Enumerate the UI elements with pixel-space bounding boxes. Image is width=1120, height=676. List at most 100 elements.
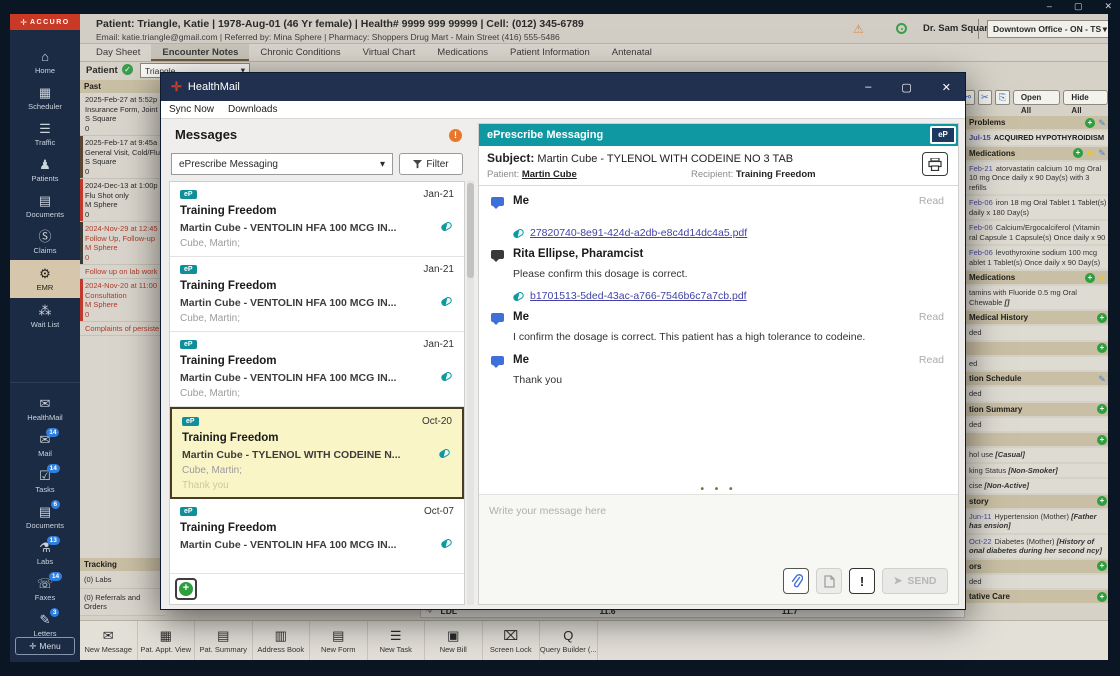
tab-chronic-conditions[interactable]: Chronic Conditions	[249, 44, 351, 61]
tab-patient-information[interactable]: Patient Information	[499, 44, 601, 61]
dialog-minimize-button[interactable]: –	[865, 81, 871, 93]
sidebar-item-tasks[interactable]: ☑14Tasks	[10, 463, 80, 499]
add-icon[interactable]: +	[1097, 343, 1107, 353]
patient-link[interactable]: Martin Cube	[522, 169, 577, 180]
attach-icon[interactable]: ✂	[978, 90, 993, 105]
tab-medications[interactable]: Medications	[426, 44, 499, 61]
past-entry[interactable]: 2025-Feb-17 at 9:45aGeneral Visit, Cold/…	[80, 136, 165, 179]
add-icon[interactable]: +	[1073, 148, 1083, 158]
edit-icon[interactable]: ✎	[1097, 148, 1107, 158]
section-header[interactable]: ors+	[966, 560, 1108, 573]
tab-encounter-notes[interactable]: Encounter Notes	[151, 44, 249, 61]
new-task-button[interactable]: ☰New Task	[368, 621, 426, 660]
sidebar-item-scheduler[interactable]: ▦Scheduler	[10, 80, 80, 116]
message-list-item[interactable]: ePOct-20Training FreedomMartin Cube - TY…	[170, 407, 464, 499]
tracking-labs[interactable]: (0) Labs	[80, 571, 165, 589]
past-entry[interactable]: 2024-Dec-13 at 1:00pFlu Shot onlyM Spher…	[80, 179, 165, 222]
dialog-maximize-button[interactable]: ▢	[901, 81, 911, 94]
attach-document-button[interactable]	[816, 568, 842, 594]
window-minimize-button[interactable]: –	[1047, 1, 1052, 12]
sidebar-item-patients[interactable]: ♟Patients	[10, 152, 80, 188]
add-icon[interactable]: +	[1097, 561, 1107, 571]
sync-status-icon[interactable]	[896, 23, 907, 34]
star-icon[interactable]: ★	[1085, 148, 1095, 158]
attachment-link[interactable]: b1701513-5ded-43ac-a766-7546b6c7a7cb.pdf	[530, 290, 747, 302]
section-header[interactable]: Problems+✎	[966, 116, 1108, 129]
dialog-titlebar[interactable]: ✛ HealthMail – ▢ ✕	[161, 73, 965, 101]
add-icon[interactable]: +	[1097, 496, 1107, 506]
message-type-select[interactable]: ePrescribe Messaging ▾	[171, 153, 393, 175]
sidebar-item-traffic[interactable]: ☰Traffic	[10, 116, 80, 152]
open-all-button[interactable]: Open All	[1013, 90, 1061, 105]
section-header[interactable]: Medications+★✎	[966, 147, 1108, 160]
sidebar-item-healthmail[interactable]: ✉HealthMail	[10, 391, 80, 427]
edit-icon[interactable]: ✎	[1097, 118, 1107, 128]
downloads-menu-item[interactable]: Downloads	[228, 104, 277, 115]
sidebar-item-faxes[interactable]: ☏14Faxes	[10, 571, 80, 607]
tab-virtual-chart[interactable]: Virtual Chart	[352, 44, 427, 61]
attachment-link[interactable]: 27820740-8e91-424d-a2db-e8c4d14dc4a5.pdf	[530, 227, 747, 239]
new-bill-button[interactable]: ▣New Bill	[425, 621, 483, 660]
office-select[interactable]: Downtown Office - ON - TS ▾	[987, 20, 1108, 38]
sidebar-item-home[interactable]: ⌂Home	[10, 44, 80, 80]
past-panel-header[interactable]: Past	[80, 80, 165, 93]
print-button[interactable]	[922, 152, 948, 176]
address-book-button[interactable]: ▥Address Book	[253, 621, 311, 660]
section-header[interactable]: tative Care+	[966, 590, 1108, 603]
section-header[interactable]: tion Summary+	[966, 403, 1108, 416]
warning-icon[interactable]: ⚠	[853, 22, 864, 36]
urgent-flag-button[interactable]: !	[849, 568, 875, 594]
section-header[interactable]: tion Schedule✎	[966, 372, 1108, 385]
new-conversation-button[interactable]: +	[175, 578, 197, 600]
message-list-item[interactable]: ePJan-21Training FreedomMartin Cube - VE…	[170, 332, 464, 407]
section-header[interactable]: +	[966, 433, 1108, 446]
add-icon[interactable]: +	[1097, 404, 1107, 414]
menu-button[interactable]: ✛ Menu	[15, 637, 75, 655]
tracking-panel-header[interactable]: Tracking	[80, 558, 165, 571]
past-entry[interactable]: 2024-Nov-29 at 12:45Follow Up, Follow-up…	[80, 222, 165, 265]
pat-summary-button[interactable]: ▤Pat. Summary	[195, 621, 253, 660]
screen-lock-button[interactable]: ⌧Screen Lock	[483, 621, 541, 660]
new-form-button[interactable]: ▤New Form	[310, 621, 368, 660]
tab-day-sheet[interactable]: Day Sheet	[85, 44, 151, 61]
hide-all-button[interactable]: Hide All	[1063, 90, 1108, 105]
sidebar-item-wait-list[interactable]: ⁂Wait List	[10, 298, 80, 334]
star-icon[interactable]: ★	[1097, 273, 1107, 283]
new-message-button[interactable]: ✉New Message	[80, 621, 138, 660]
tracking-referrals[interactable]: (0) Referrals and Orders	[80, 589, 165, 616]
edit-icon[interactable]: ✎	[1097, 374, 1107, 384]
query-builder--button[interactable]: QQuery Builder (...	[540, 621, 598, 660]
sidebar-item-documents[interactable]: ▤Documents	[10, 188, 80, 224]
message-list-item[interactable]: ePJan-21Training FreedomMartin Cube - VE…	[170, 257, 464, 332]
attach-file-button[interactable]	[783, 568, 809, 594]
sync-now-menu-item[interactable]: Sync Now	[169, 104, 214, 115]
add-icon[interactable]: +	[1085, 118, 1095, 128]
window-maximize-button[interactable]: ▢	[1074, 1, 1083, 12]
dialog-close-button[interactable]: ✕	[942, 81, 951, 94]
section-header[interactable]: +	[966, 342, 1108, 355]
section-header[interactable]: Medical History+	[966, 311, 1108, 324]
sidebar-item-documents[interactable]: ▤6Documents	[10, 499, 80, 535]
tab-antenatal[interactable]: Antenatal	[601, 44, 663, 61]
section-header[interactable]: Medications+★	[966, 271, 1108, 284]
sidebar-item-emr[interactable]: ⚙EMR	[10, 260, 80, 298]
message-list-item[interactable]: ePOct-07Training FreedomMartin Cube - VE…	[170, 499, 464, 574]
add-icon[interactable]: +	[1097, 313, 1107, 323]
compose-input[interactable]: Write your message here	[489, 505, 606, 517]
add-icon[interactable]: +	[1097, 435, 1107, 445]
sidebar-item-claims[interactable]: ⓈClaims	[10, 224, 80, 260]
filter-button[interactable]: Filter	[399, 153, 463, 175]
past-entry[interactable]: 2025-Feb-27 at 5:52pInsurance Form, Join…	[80, 93, 165, 136]
pat-appt-view-button[interactable]: ▦Pat. Appt. View	[138, 621, 196, 660]
section-header[interactable]: story+	[966, 495, 1108, 508]
add-icon[interactable]: +	[1097, 592, 1107, 602]
send-button[interactable]: ➤ SEND	[882, 568, 948, 594]
message-list-scrollbar-thumb[interactable]	[467, 183, 474, 278]
print-icon[interactable]: ⎘	[995, 90, 1010, 105]
sidebar-item-labs[interactable]: ⚗13Labs	[10, 535, 80, 571]
sidebar-item-mail[interactable]: ✉14Mail	[10, 427, 80, 463]
add-icon[interactable]: +	[1085, 273, 1095, 283]
past-entry[interactable]: 2024-Nov-20 at 11:00ConsultationM Sphere…	[80, 279, 165, 322]
message-list-item[interactable]: ePJan-21Training FreedomMartin Cube - VE…	[170, 182, 464, 257]
window-close-button[interactable]: ✕	[1104, 1, 1112, 12]
